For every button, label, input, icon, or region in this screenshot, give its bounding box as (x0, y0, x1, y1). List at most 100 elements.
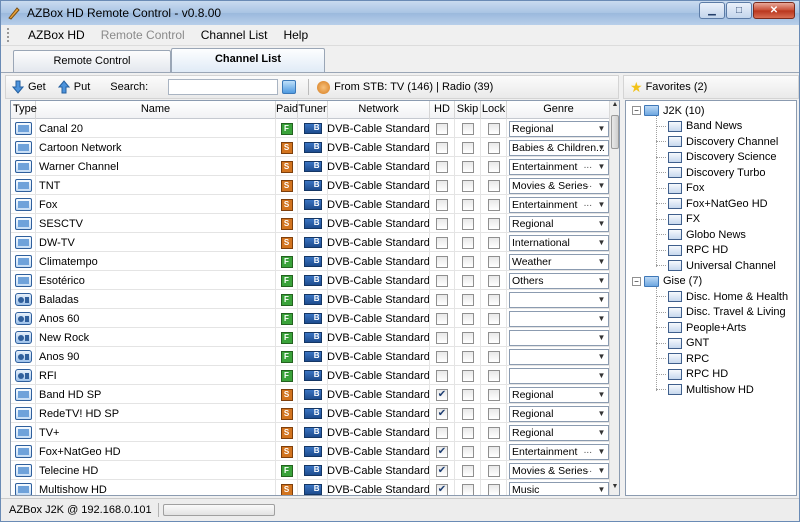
col-name[interactable]: Name (36, 101, 276, 119)
channel-name[interactable]: SESCTV (36, 214, 276, 233)
skip-checkbox[interactable] (461, 464, 474, 477)
channel-name[interactable]: Cartoon Network (36, 138, 276, 157)
skip-checkbox[interactable] (461, 312, 474, 325)
lock-checkbox[interactable] (487, 312, 500, 325)
table-row[interactable]: Esotérico F DVB-Cable Standard Others ▼ (11, 271, 611, 290)
hd-checkbox[interactable]: ✔ (436, 407, 448, 420)
channel-name[interactable]: Fox (36, 195, 276, 214)
hd-checkbox[interactable] (436, 312, 448, 325)
genre-select[interactable]: Regional ▼ (509, 424, 609, 441)
table-row[interactable]: Cartoon Network S DVB-Cable Standard Bab… (11, 138, 611, 157)
skip-checkbox[interactable] (461, 122, 474, 135)
channel-name[interactable]: Fox+NatGeo HD (36, 442, 276, 461)
skip-checkbox[interactable] (461, 217, 474, 230)
scroll-up-icon[interactable]: ▲ (610, 101, 619, 113)
lock-checkbox[interactable] (487, 236, 500, 249)
hd-checkbox[interactable] (436, 331, 448, 344)
favorites-item[interactable]: Discovery Science (668, 150, 776, 165)
chevron-down-icon[interactable]: ▼ (595, 255, 608, 269)
genre-select[interactable]: Entertainment ... ▼ (509, 443, 609, 460)
lock-checkbox[interactable] (487, 483, 500, 495)
col-lock[interactable]: Lock (481, 101, 507, 119)
chevron-down-icon[interactable]: ▼ (595, 388, 608, 402)
lock-checkbox[interactable] (487, 217, 500, 230)
favorites-item[interactable]: FX (668, 212, 700, 227)
lock-checkbox[interactable] (487, 160, 500, 173)
col-tuner[interactable]: Tuner (298, 101, 328, 119)
lock-checkbox[interactable] (487, 464, 500, 477)
hd-checkbox[interactable] (436, 217, 448, 230)
genre-select[interactable]: International ▼ (509, 234, 609, 251)
title-bar[interactable]: AZBox HD Remote Control - v0.8.00 ▁ □ ✕ (1, 1, 799, 25)
lock-checkbox[interactable] (487, 198, 500, 211)
hd-checkbox[interactable]: ✔ (436, 445, 448, 458)
lock-checkbox[interactable] (487, 331, 500, 344)
channel-name[interactable]: Anos 90 (36, 347, 276, 366)
chevron-down-icon[interactable]: ▼ (595, 141, 608, 155)
channel-name[interactable]: New Rock (36, 328, 276, 347)
col-skip[interactable]: Skip (455, 101, 481, 119)
genre-select[interactable]: Regional ▼ (509, 405, 609, 422)
table-row[interactable]: Anos 90 F DVB-Cable Standard ▼ (11, 347, 611, 366)
genre-select[interactable]: Entertainment ... ▼ (509, 158, 609, 175)
channel-name[interactable]: Anos 60 (36, 309, 276, 328)
genre-select[interactable]: ▼ (509, 310, 609, 327)
minimize-button[interactable]: ▁ (699, 2, 725, 19)
hd-checkbox[interactable] (436, 160, 448, 173)
favorites-item[interactable]: Globo News (668, 227, 746, 242)
skip-checkbox[interactable] (461, 350, 474, 363)
channel-name[interactable]: Climatempo (36, 252, 276, 271)
channel-name[interactable]: TV+ (36, 423, 276, 442)
col-network[interactable]: Network (328, 101, 430, 119)
chevron-down-icon[interactable]: ▼ (595, 179, 608, 193)
skip-checkbox[interactable] (461, 198, 474, 211)
chevron-down-icon[interactable]: ▼ (595, 312, 608, 326)
hd-checkbox[interactable] (436, 122, 448, 135)
skip-checkbox[interactable] (461, 426, 474, 439)
chevron-down-icon[interactable]: ▼ (595, 293, 608, 307)
hd-checkbox[interactable] (436, 274, 448, 287)
skip-checkbox[interactable] (461, 445, 474, 458)
tab-channel-list[interactable]: Channel List (171, 48, 325, 73)
channel-name[interactable]: RedeTV! HD SP (36, 404, 276, 423)
skip-checkbox[interactable] (461, 407, 474, 420)
lock-checkbox[interactable] (487, 293, 500, 306)
favorites-item[interactable]: Fox (668, 181, 704, 196)
favorites-item[interactable]: RPC HD (668, 367, 728, 382)
favorites-item[interactable]: People+Arts (668, 320, 746, 335)
channel-name[interactable]: Warner Channel (36, 157, 276, 176)
chevron-down-icon[interactable]: ▼ (595, 426, 608, 440)
hd-checkbox[interactable]: ✔ (436, 483, 448, 495)
table-row[interactable]: TV+ S DVB-Cable Standard Regional ▼ (11, 423, 611, 442)
favorites-group[interactable]: − J2K (10) (632, 103, 705, 118)
collapse-icon[interactable]: − (632, 276, 641, 286)
table-row[interactable]: RFI F DVB-Cable Standard ▼ (11, 366, 611, 385)
table-row[interactable]: SESCTV S DVB-Cable Standard Regional ▼ (11, 214, 611, 233)
scroll-down-icon[interactable]: ▼ (610, 483, 619, 495)
col-type[interactable]: Type (11, 101, 37, 119)
channel-name[interactable]: DW-TV (36, 233, 276, 252)
hd-checkbox[interactable] (436, 426, 448, 439)
lock-checkbox[interactable] (487, 426, 500, 439)
table-row[interactable]: New Rock F DVB-Cable Standard ▼ (11, 328, 611, 347)
favorites-item[interactable]: Disc. Travel & Living (668, 305, 786, 320)
table-row[interactable]: RedeTV! HD SP S DVB-Cable Standard ✔ Reg… (11, 404, 611, 423)
hd-checkbox[interactable] (436, 293, 448, 306)
tab-remote-control[interactable]: Remote Control (13, 50, 171, 72)
get-button[interactable]: Get (6, 80, 52, 94)
channel-name[interactable]: Telecine HD (36, 461, 276, 480)
table-row[interactable]: Canal 20 F DVB-Cable Standard Regional ▼ (11, 119, 611, 138)
hd-checkbox[interactable] (436, 198, 448, 211)
lock-checkbox[interactable] (487, 388, 500, 401)
genre-select[interactable]: ▼ (509, 348, 609, 365)
chevron-down-icon[interactable]: ▼ (595, 274, 608, 288)
favorites-item[interactable]: Band News (668, 119, 742, 134)
table-row[interactable]: Multishow HD S DVB-Cable Standard ✔ Musi… (11, 480, 611, 496)
chevron-down-icon[interactable]: ▼ (595, 483, 608, 496)
genre-select[interactable]: Movies & Series ... ▼ (509, 177, 609, 194)
skip-checkbox[interactable] (461, 160, 474, 173)
skip-checkbox[interactable] (461, 274, 474, 287)
genre-select[interactable]: Regional ▼ (509, 215, 609, 232)
channel-name[interactable]: Band HD SP (36, 385, 276, 404)
search-input[interactable] (168, 79, 279, 95)
